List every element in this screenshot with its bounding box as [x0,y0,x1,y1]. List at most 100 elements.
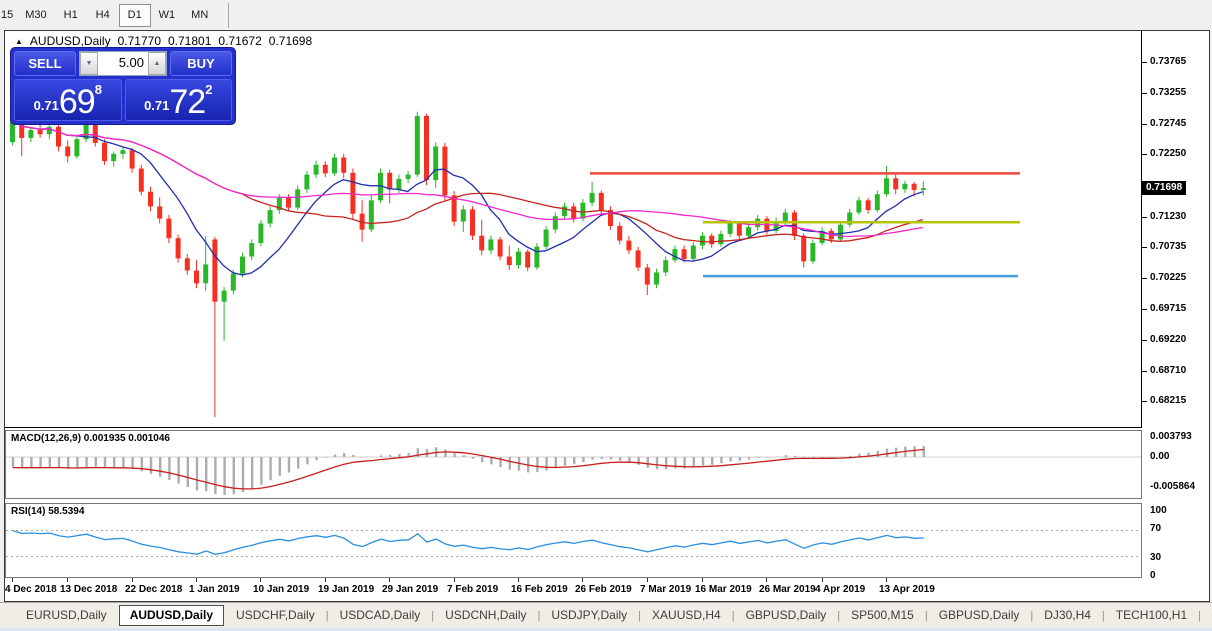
rsi-axis-label: 30 [1150,552,1162,563]
timeframe-button-h4[interactable]: H4 [87,4,119,27]
tab-separator: | [837,609,841,622]
tab-gbpusd-daily-7[interactable]: GBPUSD,Daily [736,606,837,625]
date-tick [67,578,68,582]
chart-ohlc-header: ▲ AUDUSD,Daily 0.71770 0.71801 0.71672 0… [15,34,312,48]
tab-separator: | [431,609,435,622]
price-tick [1142,309,1147,310]
timeframe-button-w1[interactable]: W1 [151,4,184,27]
date-axis-label: 13 Apr 2019 [879,584,935,595]
tab-usdcad-daily-3[interactable]: USDCAD,Daily [330,606,431,625]
price-tick [1142,371,1147,372]
toolbar-separator [228,2,230,28]
buy-price-pips: 72 [169,83,206,121]
date-tick [132,578,133,582]
price-axis-label: 0.69715 [1150,303,1187,314]
sell-price-prefix: 0.71 [33,98,59,113]
date-tick [518,578,519,582]
price-axis-label: 0.72745 [1150,118,1187,129]
date-axis[interactable]: 4 Dec 2018 13 Dec 2018 22 Dec 2018 1 Jan 20… [5,578,1142,601]
price-axis-label: 0.73765 [1150,56,1187,67]
tab-audusd-daily-1[interactable]: AUDUSD,Daily [118,605,225,626]
price-axis-label: 0.73255 [1150,87,1187,98]
sell-price-display[interactable]: 0.71 69 8 [14,79,122,121]
rsi-label: RSI(14) 58.5394 [11,506,85,517]
date-tick [196,578,197,582]
volume-box: ▼ 5.00 ▲ [79,51,167,76]
tab-sp500-m15-8[interactable]: SP500,M15 [841,606,924,625]
tab-eurusd-daily-0[interactable]: EURUSD,Daily [16,606,117,625]
direction-up-icon: ▲ [15,36,23,46]
rsi-line [12,530,924,556]
tab-separator: | [731,609,735,622]
price-axis-label: 0.71230 [1150,211,1187,222]
buy-button[interactable]: BUY [170,51,232,76]
date-tick [886,578,887,582]
macd-pane: MACD(12,26,9) 0.001935 0.001046 [5,430,1142,499]
candles [10,109,926,418]
price-axis-label: 0.70225 [1150,272,1187,283]
tab-tech100-h1-11[interactable]: TECH100,H1 [1106,606,1197,625]
timeframe-button-mn[interactable]: MN [183,4,216,27]
macd-chart[interactable] [6,431,1141,498]
price-axis-label: 0.68215 [1150,395,1187,406]
tab-dj30-h4-10[interactable]: DJ30,H4 [1034,606,1101,625]
price-axis-label: 0.70735 [1150,241,1187,252]
macd-axis-label: -0.005864 [1150,481,1196,492]
price-axis-label: 0.68710 [1150,365,1187,376]
tab-separator: | [1030,609,1034,622]
tab-xauusd-h4-6[interactable]: XAUUSD,H4 [642,606,731,625]
macd-signal-line [12,448,924,490]
date-axis-label: 7 Mar 2019 [640,584,692,595]
price-axis-label: 0.69220 [1150,334,1187,345]
date-tick [454,578,455,582]
price-tick [1142,340,1147,341]
price-tick [1142,247,1147,248]
tab-separator: | [1101,609,1105,622]
date-axis-label: 7 Feb 2019 [447,584,499,595]
sell-button[interactable]: SELL [14,51,76,76]
ohlc-low: 0.71672 [218,34,262,48]
date-tick [702,578,703,582]
date-axis-label: 4 Dec 2018 [5,584,57,595]
date-axis-label: 10 Jan 2019 [253,584,310,595]
timeframe-button-15[interactable]: 15 [0,4,17,27]
rsi-axis-label: 100 [1150,505,1167,516]
tab-separator: | [1198,609,1202,622]
tab-usdjpy-daily-5[interactable]: USDJPY,Daily [541,606,637,625]
buy-price-prefix: 0.71 [144,98,170,113]
price-tick [1142,62,1147,63]
sell-price-pips: 69 [58,83,96,121]
rsi-chart[interactable] [6,504,1141,577]
rsi-pane: RSI(14) 58.5394 [5,503,1142,578]
tab-gbpusd-daily-9[interactable]: GBPUSD,Daily [929,606,1030,625]
price-tick [1142,278,1147,279]
price-axis[interactable]: 0.73765 0.73255 0.72745 0.72250 0.71230 0.707… [1142,31,1210,428]
volume-input[interactable]: 5.00 [98,52,148,75]
volume-decrease-icon[interactable]: ▼ [80,52,98,75]
date-axis-label: 16 Feb 2019 [511,584,568,595]
timeframe-toolbar: 15 M30 H1 H4 D1 W1 MN [0,0,1212,30]
rsi-axis-label: 0 [1150,570,1156,581]
ohlc-high: 0.71801 [168,34,212,48]
date-axis-label: 22 Dec 2018 [125,584,183,595]
tab-usdcnh-daily-4[interactable]: USDCNH,Daily [435,606,536,625]
date-tick [647,578,648,582]
price-tick [1142,154,1147,155]
chart-tabs: EURUSD,Daily AUDUSD,Daily USDCHF,Daily | USD… [0,602,1212,631]
chart-window: ▲ AUDUSD,Daily 0.71770 0.71801 0.71672 0… [4,30,1210,602]
timeframe-button-m30[interactable]: M30 [17,4,54,27]
timeframe-button-d1[interactable]: D1 [118,3,151,27]
tab-separator: | [325,609,329,622]
tab-usdchf-daily-2[interactable]: USDCHF,Daily [226,606,325,625]
buy-price-point: 2 [205,82,213,97]
ohlc-close: 0.71698 [268,34,313,48]
volume-increase-icon[interactable]: ▲ [148,52,166,75]
current-price-badge: 0.71698 [1142,181,1187,195]
timeframe-button-h1[interactable]: H1 [55,4,87,27]
date-tick [260,578,261,582]
rsi-axis-label: 70 [1150,523,1162,534]
buy-price-display[interactable]: 0.71 72 2 [124,79,232,121]
price-tick [1142,217,1147,218]
date-axis-label: 4 Apr 2019 [815,584,866,595]
tab-separator: | [924,609,928,622]
